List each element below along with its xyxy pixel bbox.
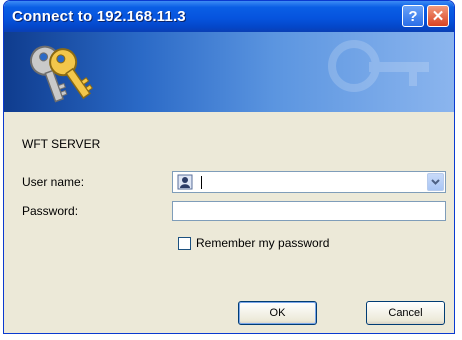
password-label: Password: bbox=[22, 204, 79, 218]
title-bar[interactable]: Connect to 192.168.11.3 ? ✕ bbox=[4, 1, 454, 32]
help-button[interactable]: ? bbox=[402, 5, 424, 27]
server-name: WFT SERVER bbox=[22, 137, 101, 151]
password-field[interactable] bbox=[172, 201, 446, 221]
close-button[interactable]: ✕ bbox=[427, 5, 449, 27]
remember-password-checkbox[interactable] bbox=[178, 237, 191, 250]
username-input[interactable] bbox=[197, 173, 425, 191]
username-dropdown-button[interactable] bbox=[427, 173, 444, 191]
keys-icon bbox=[29, 45, 93, 103]
banner-watermark-icon bbox=[328, 40, 429, 92]
chevron-down-icon bbox=[431, 179, 440, 185]
username-combobox[interactable] bbox=[172, 171, 446, 193]
banner bbox=[4, 32, 454, 112]
username-label: User name: bbox=[22, 175, 85, 189]
text-cursor bbox=[201, 176, 202, 189]
cancel-button[interactable]: Cancel bbox=[366, 301, 445, 325]
connect-dialog: Connect to 192.168.11.3 ? ✕ WFT SERVER U… bbox=[3, 0, 455, 334]
remember-password-label[interactable]: Remember my password bbox=[196, 236, 329, 250]
ok-button[interactable]: OK bbox=[238, 301, 317, 325]
window-title: Connect to 192.168.11.3 bbox=[12, 8, 186, 25]
user-icon bbox=[177, 174, 193, 190]
